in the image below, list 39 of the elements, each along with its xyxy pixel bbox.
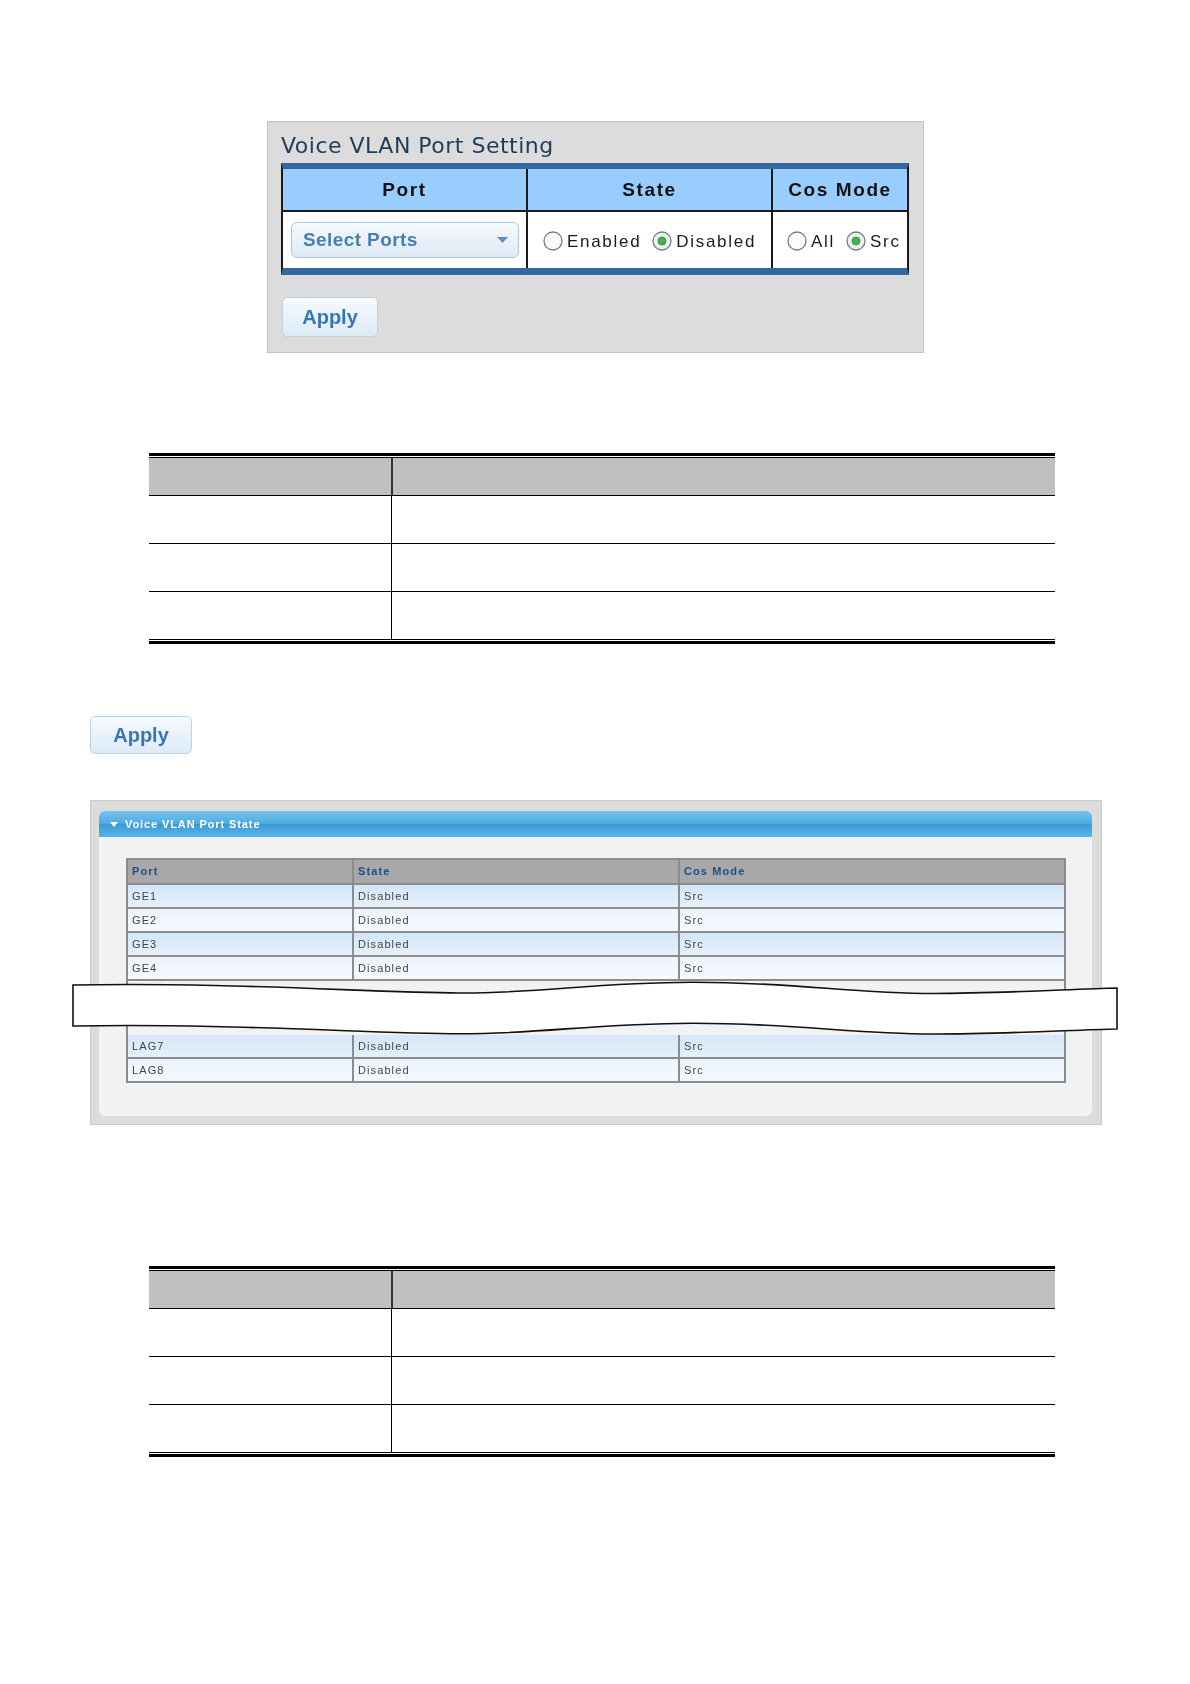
port-select-dropdown[interactable]: Select Ports [291,222,519,258]
table-cell: Src [678,1059,1064,1081]
column-header: State [352,860,678,883]
radio-button[interactable] [787,230,807,251]
caret-down-icon [497,237,508,243]
column-header: Port [128,860,352,883]
table-cell: Src [678,1035,1064,1057]
radio-button[interactable] [652,230,673,251]
panel-title: Voice VLAN Port Setting [281,132,555,160]
column-header: State [526,169,771,210]
table-cell: LAG7 [128,1035,352,1057]
table-cell: Disabled [352,909,678,931]
radio-label[interactable]: Disabled [676,229,757,252]
table-cell: GE1 [128,885,352,907]
table-cell: Src [678,885,1064,907]
table-cell: GE2 [128,909,352,931]
apply-button[interactable]: Apply [90,716,192,754]
column-header: Port [283,169,526,210]
table-cell: LAG8 [128,1059,352,1081]
table-cell: Disabled [352,885,678,907]
caret-down-icon[interactable] [110,820,118,828]
table-cell: Disabled [352,933,678,955]
radio-button[interactable] [543,230,563,251]
table-cell: Disabled [352,957,678,979]
panel-title: Voice VLAN Port State [125,818,261,830]
table-cell: Src [678,933,1064,955]
apply-button[interactable]: Apply [282,297,378,337]
table-cell: Disabled [352,1035,678,1057]
column-header: Cos Mode [678,860,1064,883]
radio-button[interactable] [846,230,866,251]
table-cell: GE3 [128,933,352,955]
table-cell: Disabled [352,1059,678,1081]
radio-label[interactable]: All [811,229,835,252]
table-cell: GE4 [128,957,352,979]
radio-label[interactable]: Src [870,229,901,252]
table-cell: Src [678,909,1064,931]
radio-label[interactable]: Enabled [567,229,642,252]
column-header: Cos Mode [771,169,907,210]
table-cell: Src [678,957,1064,979]
